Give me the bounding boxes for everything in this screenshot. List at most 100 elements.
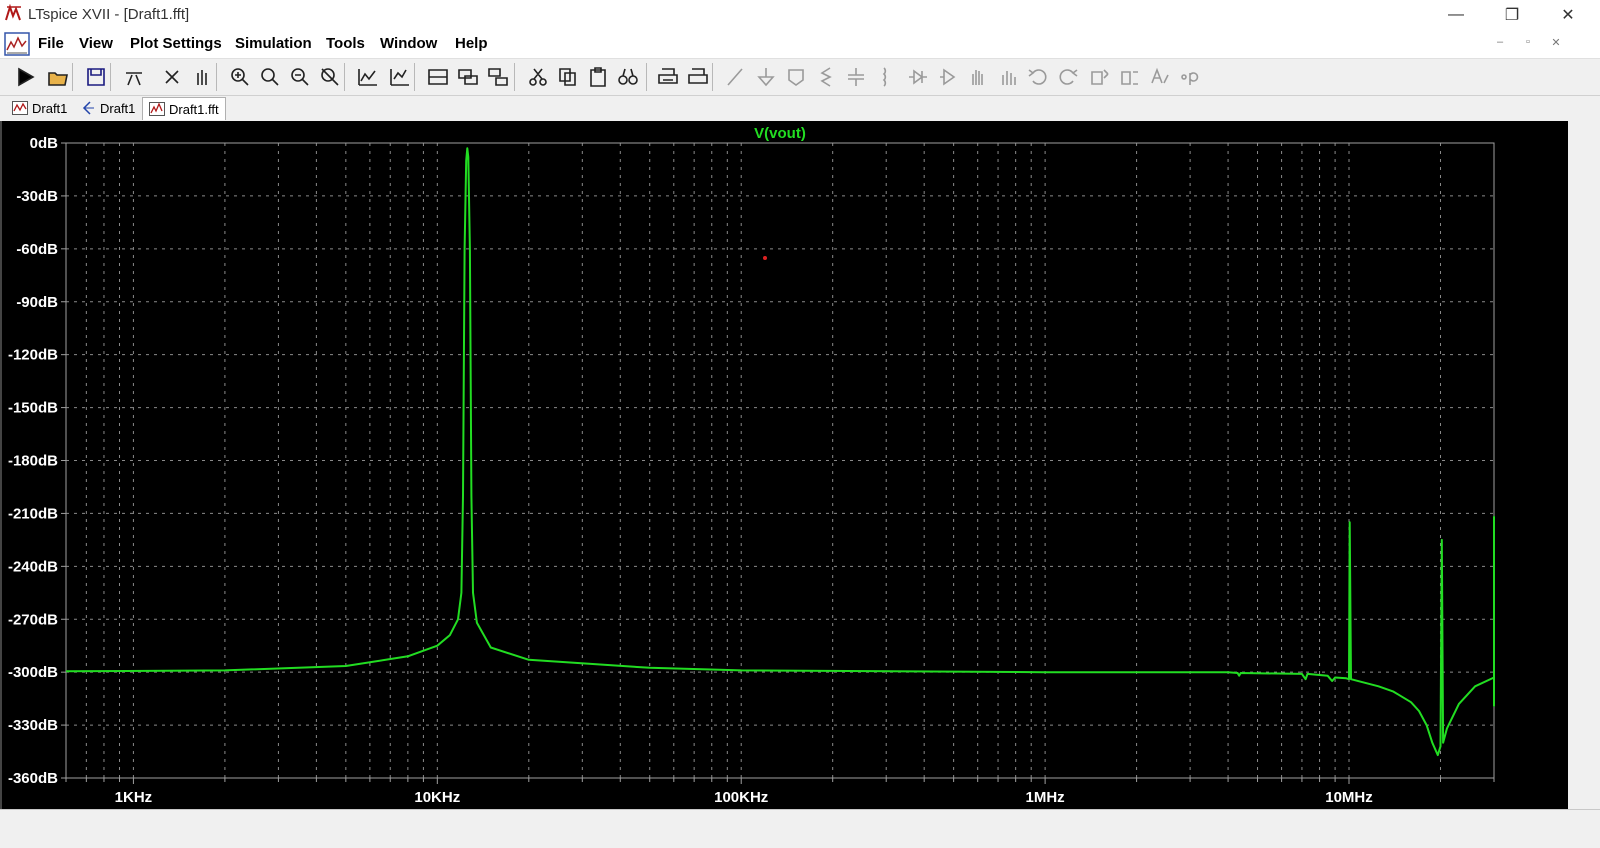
right-margin [1568, 121, 1600, 809]
y-tick-label: -180dB [8, 453, 58, 470]
toolbar-separator [72, 63, 73, 91]
x-axis-labels: 1KHz 10KHz 100KHz 1MHz 10MHz [115, 789, 1373, 806]
print-preview-icon[interactable] [686, 65, 710, 89]
redo-icon[interactable] [1056, 65, 1080, 89]
tab-label: Draft1 [100, 100, 136, 116]
x-tick-label: 1KHz [115, 789, 153, 806]
cursor-dot [763, 256, 767, 260]
fft-chart[interactable]: 0dB -30dB -60dB -90dB -120dB -150dB -180dB -210… [2, 121, 1568, 809]
spice-directive-icon[interactable] [1178, 65, 1202, 89]
fft-document-icon[interactable] [4, 32, 30, 56]
mdi-close-button[interactable]: ✕ [1544, 36, 1568, 52]
x-tick-label: 1MHz [1026, 789, 1065, 806]
menu-plot-settings[interactable]: Plot Settings [130, 35, 222, 52]
toolbar [0, 59, 1600, 96]
menu-tools[interactable]: Tools [326, 35, 365, 52]
mdi-restore-button[interactable]: ▫ [1516, 36, 1540, 52]
status-bar [0, 809, 1600, 848]
diode-icon[interactable] [906, 65, 930, 89]
y-tick-label: -240dB [8, 558, 58, 575]
x-tick-label: 100KHz [714, 789, 768, 806]
mdi-minimize-button[interactable]: – [1488, 36, 1512, 52]
ltspice-logo-icon [5, 4, 21, 21]
halt-icon[interactable] [160, 65, 184, 89]
toolbar-separator [110, 63, 111, 91]
cut-icon[interactable] [526, 65, 550, 89]
y-tick-label: -360dB [8, 770, 58, 787]
tile-horizontal-icon[interactable] [426, 65, 450, 89]
tile-vertical-icon[interactable] [456, 65, 480, 89]
mirror-icon[interactable] [1118, 65, 1142, 89]
save-icon[interactable] [84, 65, 108, 89]
zoom-out-icon[interactable] [288, 65, 312, 89]
tab-label: Draft1.fft [169, 101, 219, 117]
control-panel-icon[interactable] [122, 65, 146, 89]
tab-draft1-waveform[interactable]: Draft1 [6, 97, 73, 119]
tab-draft1-fft[interactable]: Draft1.fft [142, 97, 226, 120]
y-tick-label: -30dB [16, 188, 58, 205]
major-gridlines-x [132, 143, 1350, 784]
zoom-cancel-icon[interactable] [318, 65, 342, 89]
y-tick-label: -300dB [8, 664, 58, 681]
ground-icon[interactable] [754, 65, 778, 89]
window-title: LTspice XVII - [Draft1.fft] [28, 6, 190, 23]
toolbar-separator [646, 63, 647, 91]
pick-trace-icon[interactable] [388, 65, 412, 89]
minimize-button[interactable]: — [1428, 0, 1484, 30]
menu-simulation[interactable]: Simulation [235, 35, 312, 52]
capacitor-icon[interactable] [844, 65, 868, 89]
y-tick-label: -120dB [8, 347, 58, 364]
menu-help[interactable]: Help [455, 35, 488, 52]
x-tick-label: 10KHz [414, 789, 460, 806]
drag-icon[interactable] [996, 65, 1020, 89]
y-axis-labels: 0dB -30dB -60dB -90dB -120dB -150dB -180dB -210… [8, 135, 58, 787]
zoom-in-icon[interactable] [228, 65, 252, 89]
move-icon[interactable] [966, 65, 990, 89]
tab-draft1-schematic[interactable]: Draft1 [74, 97, 141, 119]
toolbar-separator [414, 63, 415, 91]
copy-icon[interactable] [556, 65, 580, 89]
autorange-icon[interactable] [356, 65, 380, 89]
schematic-icon [82, 101, 94, 115]
menu-bar: File View Plot Settings Simulation Tools… [0, 30, 1600, 59]
x-tick-label: 10MHz [1325, 789, 1373, 806]
paste-icon[interactable] [586, 65, 610, 89]
menu-view[interactable]: View [79, 35, 113, 52]
component-icon[interactable] [936, 65, 960, 89]
minor-gridlines-x [65, 143, 1495, 782]
resistor-icon[interactable] [814, 65, 838, 89]
toolbar-separator [514, 63, 515, 91]
pan-icon[interactable] [190, 65, 214, 89]
label-net-icon[interactable] [784, 65, 808, 89]
toolbar-separator [712, 63, 713, 91]
y-tick-label: 0dB [30, 135, 59, 152]
toolbar-separator [216, 63, 217, 91]
plot-pane[interactable]: 0dB -30dB -60dB -90dB -120dB -150dB -180dB -210… [0, 121, 1570, 809]
undo-icon[interactable] [1026, 65, 1050, 89]
rotate-icon[interactable] [1088, 65, 1112, 89]
y-tick-label: -90dB [16, 294, 58, 311]
open-icon[interactable] [46, 65, 70, 89]
y-tick-label: -60dB [16, 241, 58, 258]
inductor-icon[interactable] [874, 65, 898, 89]
close-button[interactable]: ✕ [1540, 0, 1596, 30]
menu-file[interactable]: File [38, 35, 64, 52]
chart-title: V(vout) [754, 125, 806, 142]
print-icon[interactable] [656, 65, 680, 89]
y-tick-label: -330dB [8, 717, 58, 734]
title-bar: LTspice XVII - [Draft1.fft] — ❐ ✕ [0, 0, 1600, 30]
text-icon[interactable] [1148, 65, 1172, 89]
find-icon[interactable] [616, 65, 640, 89]
waveform-icon [12, 101, 28, 115]
maximize-button[interactable]: ❐ [1484, 0, 1540, 30]
trace-v-vout[interactable] [65, 147, 1495, 757]
fft-icon [149, 102, 165, 116]
menu-window[interactable]: Window [380, 35, 437, 52]
cascade-icon[interactable] [486, 65, 510, 89]
tab-label: Draft1 [32, 100, 68, 116]
run-icon[interactable] [14, 65, 38, 89]
zoom-area-icon[interactable] [258, 65, 282, 89]
y-tick-label: -150dB [8, 400, 58, 417]
toolbar-separator [344, 63, 345, 91]
wire-icon[interactable] [724, 65, 748, 89]
